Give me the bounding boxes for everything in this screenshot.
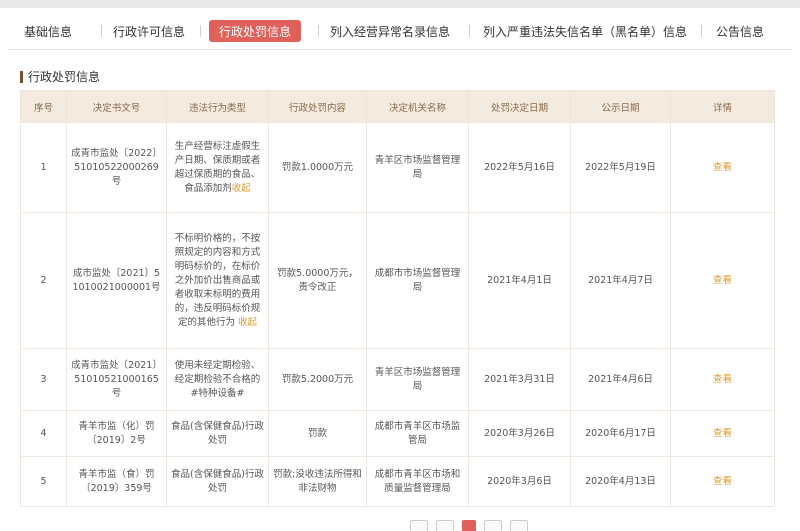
detail-link[interactable]: 查看	[713, 162, 732, 173]
cell-violation: 生产经营标注虚假生产日期、保质期或者超过保质期的食品、食品添加剂收起	[166, 122, 269, 213]
tab-admin-license[interactable]: 行政许可信息	[113, 20, 185, 42]
cell-no: 3	[20, 348, 67, 411]
cell-doc: 成市监处〔2021〕51010021000001号	[66, 212, 167, 349]
tab-basic-info[interactable]: 基础信息	[24, 20, 72, 42]
col-header-no: 序号	[20, 90, 67, 123]
cell-content: 罚款5.2000万元	[268, 348, 367, 411]
table-row: 5 青羊市监（食）罚〔2019〕359号 食品(含保健食品)行政处罚 罚款;没收…	[20, 456, 775, 507]
tab-divider	[101, 25, 102, 37]
col-header-doc: 决定书文号	[66, 90, 167, 123]
cell-content: 罚款;没收违法所得和非法财物	[268, 456, 367, 507]
pager-next-button[interactable]	[484, 520, 502, 531]
cell-no: 4	[20, 410, 67, 457]
pager-first-button[interactable]	[410, 520, 428, 531]
cell-decision-date: 2020年3月26日	[468, 410, 571, 457]
cell-content: 罚款	[268, 410, 367, 457]
section-title-text: 行政处罚信息	[28, 70, 101, 84]
cell-detail: 查看	[670, 410, 775, 457]
detail-link[interactable]: 查看	[713, 374, 732, 385]
cell-detail: 查看	[670, 212, 775, 349]
cell-no: 1	[20, 122, 67, 213]
cell-org: 成都市青羊区市场和质量监督管理局	[366, 456, 469, 507]
tab-divider	[318, 25, 319, 37]
cell-publish-date: 2021年4月7日	[570, 212, 671, 349]
detail-link[interactable]: 查看	[713, 428, 732, 439]
cell-content: 罚款5.0000万元，责令改正	[268, 212, 367, 349]
violation-text: 不标明价格的，不按照规定的内容和方式明码标价的，在标价之外加价出售商品或者收取未…	[174, 232, 261, 328]
cell-violation: 不标明价格的，不按照规定的内容和方式明码标价的，在标价之外加价出售商品或者收取未…	[166, 212, 269, 349]
tab-blacklist[interactable]: 列入严重违法失信名单（黑名单）信息	[483, 20, 687, 42]
col-header-publish-date: 公示日期	[570, 90, 671, 123]
cell-publish-date: 2021年4月6日	[570, 348, 671, 411]
cell-violation: 食品(含保健食品)行政处罚	[166, 456, 269, 507]
pagination	[410, 520, 528, 531]
cell-doc: 青羊市监（化）罚〔2019〕2号	[66, 410, 167, 457]
tab-divider	[701, 25, 702, 37]
col-header-detail: 详情	[670, 90, 775, 123]
detail-link[interactable]: 查看	[713, 275, 732, 286]
top-strip	[0, 0, 800, 8]
cell-detail: 查看	[670, 456, 775, 507]
table-row: 2 成市监处〔2021〕51010021000001号 不标明价格的，不按照规定…	[20, 212, 775, 349]
tab-divider	[200, 25, 201, 37]
table-header-row: 序号 决定书文号 违法行为类型 行政处罚内容 决定机关名称 处罚决定日期 公示日…	[20, 90, 775, 123]
section-marker	[20, 70, 23, 83]
table-row: 4 青羊市监（化）罚〔2019〕2号 食品(含保健食品)行政处罚 罚款 成都市青…	[20, 410, 775, 457]
cell-doc: 青羊市监（食）罚〔2019〕359号	[66, 456, 167, 507]
pager-prev-button[interactable]	[436, 520, 454, 531]
penalty-table: 序号 决定书文号 违法行为类型 行政处罚内容 决定机关名称 处罚决定日期 公示日…	[20, 90, 775, 507]
cell-publish-date: 2020年4月13日	[570, 456, 671, 507]
cell-org: 成都市青羊区市场监管局	[366, 410, 469, 457]
pager-last-button[interactable]	[510, 520, 528, 531]
col-header-violation: 违法行为类型	[166, 90, 269, 123]
section-title: 行政处罚信息	[20, 68, 100, 85]
cell-org: 青羊区市场监督管理局	[366, 122, 469, 213]
cell-org: 青羊区市场监督管理局	[366, 348, 469, 411]
cell-no: 2	[20, 212, 67, 349]
cell-org: 成都市市场监督管理局	[366, 212, 469, 349]
table-row: 3 成青市监处〔2021〕51010521000165号 使用未经定期检验、经定…	[20, 348, 775, 411]
cell-violation: 食品(含保健食品)行政处罚	[166, 410, 269, 457]
tab-divider	[469, 25, 470, 37]
cell-publish-date: 2022年5月19日	[570, 122, 671, 213]
cell-decision-date: 2020年3月6日	[468, 456, 571, 507]
tab-admin-penalty[interactable]: 行政处罚信息	[209, 20, 302, 42]
cell-decision-date: 2022年5月16日	[468, 122, 571, 213]
cell-doc: 成青市监处〔2021〕51010521000165号	[66, 348, 167, 411]
cell-detail: 查看	[670, 348, 775, 411]
cell-decision-date: 2021年3月31日	[468, 348, 571, 411]
cell-content: 罚款1.0000万元	[268, 122, 367, 213]
detail-link[interactable]: 查看	[713, 476, 732, 487]
pager-current-page[interactable]	[462, 520, 476, 531]
cell-doc: 成青市监处〔2022〕51010522000269号	[66, 122, 167, 213]
table-row: 1 成青市监处〔2022〕51010522000269号 生产经营标注虚假生产日…	[20, 122, 775, 213]
tab-announcement[interactable]: 公告信息	[716, 20, 764, 42]
tab-abnormal-list[interactable]: 列入经营异常名录信息	[330, 20, 450, 42]
tab-bar: 基础信息 行政许可信息 行政处罚信息 列入经营异常名录信息 列入严重违法失信名单…	[8, 14, 792, 50]
cell-publish-date: 2020年6月17日	[570, 410, 671, 457]
collapse-link[interactable]: 收起	[232, 183, 251, 194]
col-header-content: 行政处罚内容	[268, 90, 367, 123]
col-header-org: 决定机关名称	[366, 90, 469, 123]
collapse-link[interactable]: 收起	[238, 317, 257, 328]
cell-no: 5	[20, 456, 67, 507]
col-header-decision-date: 处罚决定日期	[468, 90, 571, 123]
cell-decision-date: 2021年4月1日	[468, 212, 571, 349]
cell-detail: 查看	[670, 122, 775, 213]
cell-violation: 使用未经定期检验、经定期检验不合格的#特种设备#	[166, 348, 269, 411]
